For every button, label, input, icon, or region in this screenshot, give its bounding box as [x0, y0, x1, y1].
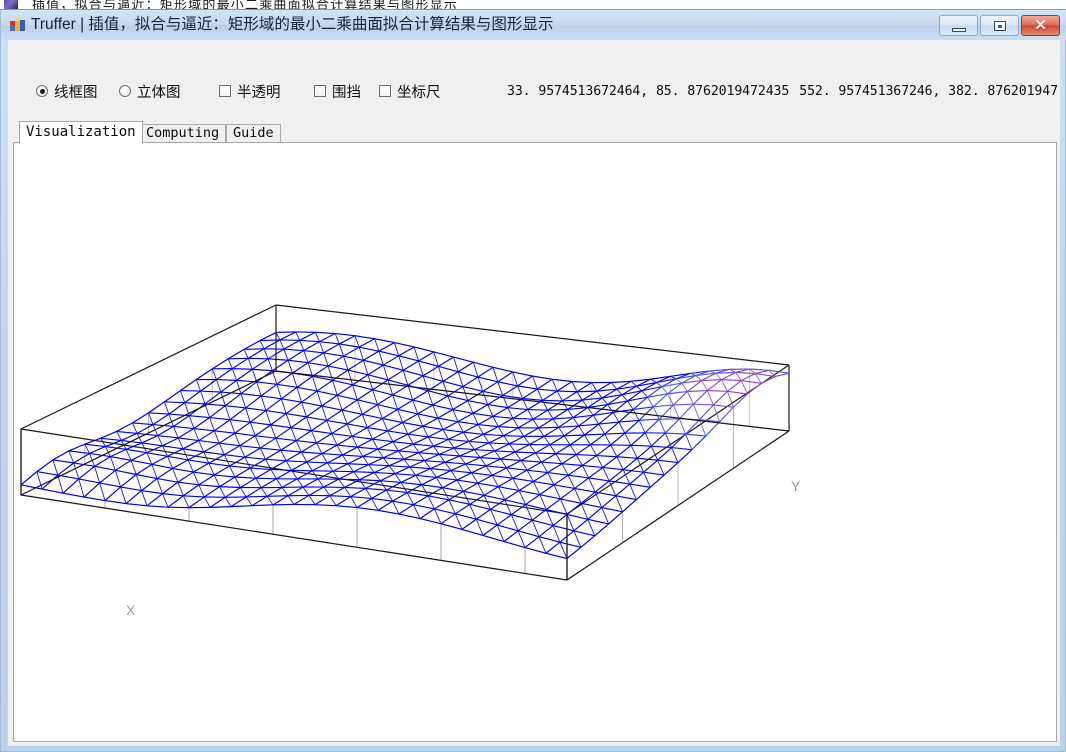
background-window: 插值，拟合与逼近：矩形域的最小二乘曲面拟合计算结果与图形显示 [0, 0, 1066, 10]
checkbox-translucent-icon [219, 85, 231, 97]
checkbox-ruler-label: 坐标尺 [397, 81, 441, 102]
visualization-panel[interactable]: X Y [13, 142, 1057, 742]
coordinate-screen: 552. 957451367246, 382. 876201947243 [799, 84, 1060, 99]
title-bar[interactable]: Truffer | 插值，拟合与逼近：矩形域的最小二乘曲面拟合计算结果与图形显示… [1, 10, 1066, 40]
radio-wireframe-label: 线框图 [54, 81, 98, 102]
radio-solid-label: 立体图 [137, 81, 181, 102]
toolbar: 线框图 立体图 半透明 围挡 坐标尺 33. 9574513672464, 85… [9, 41, 1060, 121]
checkbox-enclosure-label: 围挡 [332, 81, 361, 102]
coordinate-readout: 33. 9574513672464, 85. 8762019472435 552… [507, 81, 1060, 101]
checkbox-enclosure[interactable]: 围挡 [314, 81, 361, 101]
x-axis-label: X [126, 602, 136, 618]
maximize-icon [994, 21, 1006, 31]
maximize-button[interactable] [980, 15, 1019, 36]
tab-strip: Visualization Computing Guide [13, 121, 1057, 143]
radio-wireframe-icon [36, 85, 48, 97]
radio-wireframe[interactable]: 线框图 [36, 81, 98, 101]
y-axis-label: Y [791, 478, 801, 494]
minimize-button[interactable] [939, 15, 978, 36]
window-title: Truffer | 插值，拟合与逼近：矩形域的最小二乘曲面拟合计算结果与图形显示 [31, 13, 553, 37]
minimize-icon [952, 28, 966, 32]
tab-computing[interactable]: Computing [139, 124, 226, 143]
tab-visualization[interactable]: Visualization [19, 121, 143, 144]
close-icon: ✕ [1022, 16, 1059, 35]
tab-guide[interactable]: Guide [226, 124, 281, 143]
checkbox-translucent-label: 半透明 [237, 81, 281, 102]
surface-wireframe-mesh [21, 332, 789, 559]
window-bottom-strip [8, 744, 1060, 746]
checkbox-translucent[interactable]: 半透明 [219, 81, 281, 101]
client-area: 线框图 立体图 半透明 围挡 坐标尺 33. 9574513672464, 85… [8, 40, 1060, 745]
coordinate-world: 33. 9574513672464, 85. 8762019472435 [507, 84, 789, 99]
checkbox-enclosure-icon [314, 85, 326, 97]
radio-solid[interactable]: 立体图 [119, 81, 181, 101]
checkbox-ruler[interactable]: 坐标尺 [379, 81, 441, 101]
background-window-icon [4, 0, 18, 9]
checkbox-ruler-icon [379, 85, 391, 97]
close-button[interactable]: ✕ [1021, 15, 1060, 36]
surface-plot[interactable]: X Y [14, 143, 1056, 741]
radio-solid-icon [119, 85, 131, 97]
application-window: Truffer | 插值，拟合与逼近：矩形域的最小二乘曲面拟合计算结果与图形显示… [0, 10, 1066, 752]
app-icon [10, 18, 25, 32]
